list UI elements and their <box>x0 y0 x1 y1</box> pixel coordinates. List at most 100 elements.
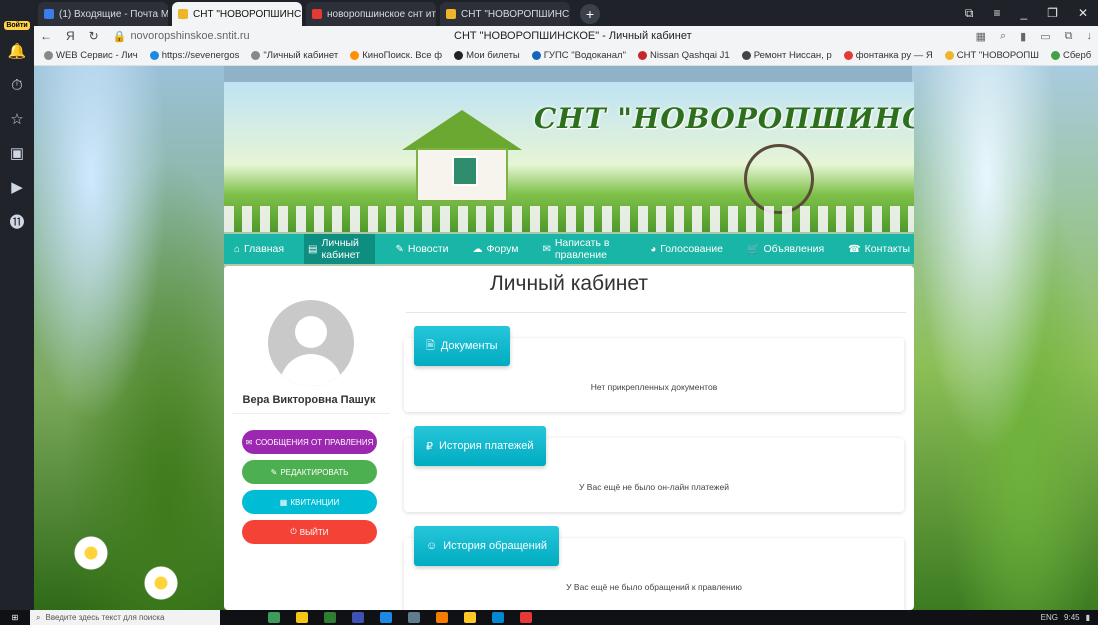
screenshot-icon[interactable]: ⧉ <box>1065 30 1073 43</box>
notifications-icon[interactable]: 🔔 <box>0 34 34 68</box>
bookmark-label: Мои билеты <box>466 50 520 61</box>
bookmark-item[interactable]: WEB Сервис - Лич <box>44 50 138 61</box>
back-icon[interactable]: ← <box>40 29 52 43</box>
documents-header[interactable]: 🗎 Документы <box>414 326 510 366</box>
bookmarks-bar: WEB Сервис - Лич https://sevenergos "Личны… <box>34 46 1098 66</box>
nav-item[interactable]: 🛒 Объявления <box>743 234 828 264</box>
button-label: КВИТАНЦИИ <box>290 497 340 507</box>
bookmark-icon[interactable]: ▮ <box>1020 30 1026 43</box>
nav-item[interactable]: ✉ Написать в правление <box>538 234 630 264</box>
bookmark-label: https://sevenergos <box>161 50 240 61</box>
apps-icon[interactable]: ⓫ <box>0 204 34 238</box>
bookmark-label: WEB Сервис - Лич <box>56 50 138 61</box>
documents-panel: 🗎 Документы Нет прикрепленных документов <box>404 326 904 412</box>
taskbar-app-icon[interactable] <box>324 612 336 623</box>
panel-message: У Вас ещё не было обращений к правлению <box>566 582 742 592</box>
tab-strip: (1) Входящие - Почта Ma СНТ "НОВОРОПШИНС… <box>34 0 1098 26</box>
bookmark-item[interactable]: ГУПС "Водоканал" <box>531 50 626 61</box>
messages-button[interactable]: ✉ СООБЩЕНИЯ ОТ ПРАВЛЕНИЯ <box>242 430 377 454</box>
url-field[interactable]: novoropshinskoe.sntit.ru <box>130 30 249 42</box>
lock-icon: 🔒 <box>112 30 127 43</box>
favorites-icon[interactable]: ☆ <box>0 102 34 136</box>
menu-icon[interactable]: ≡ <box>993 6 1000 20</box>
nav-label: Объявления <box>763 243 825 255</box>
bookmark-item[interactable]: Ремонт Ниссан, р <box>741 50 832 61</box>
search-icon[interactable]: ⌕ <box>1000 30 1006 43</box>
taskbar-app-icon[interactable] <box>464 612 476 623</box>
bookmark-icon <box>251 51 261 60</box>
bookmark-icon <box>1050 51 1060 60</box>
logout-button[interactable]: ⏻ ВЫЙТИ <box>242 520 377 544</box>
downloads-icon[interactable]: ↓ <box>1087 30 1093 43</box>
nav-item[interactable]: ✎ Новости <box>391 234 452 264</box>
edit-button[interactable]: ✎ РЕДАКТИРОВАТЬ <box>242 460 377 484</box>
bookmark-item[interactable]: КиноПоиск. Все ф <box>350 50 442 61</box>
taskbar: ⊞ ⌕ Введите здесь текст для поиска ENG 9… <box>0 610 1098 625</box>
bookmark-item[interactable]: "Личный кабинет <box>251 50 338 61</box>
browser-tab[interactable]: (1) Входящие - Почта Ma <box>38 2 168 26</box>
taskbar-app-icon[interactable] <box>408 612 420 623</box>
payments-header[interactable]: ₽ История платежей <box>414 426 546 466</box>
nav-item[interactable]: ◕ Голосование <box>646 234 727 264</box>
taskbar-app-icon[interactable] <box>268 612 280 623</box>
taskbar-app-icon[interactable] <box>436 612 448 623</box>
browser-tab[interactable]: новоропшинское снт ит <box>306 2 436 26</box>
taskbar-app-icon[interactable] <box>380 612 392 623</box>
bookmark-icon <box>350 51 360 60</box>
bookmark-icon <box>944 51 954 60</box>
power-icon: ⏻ <box>290 527 297 536</box>
bookmark-item[interactable]: Сберб <box>1050 50 1091 61</box>
nav-icon: ▤ <box>308 243 318 255</box>
nav-item[interactable]: ☎ Контакты <box>844 234 914 264</box>
close-icon[interactable]: ✕ <box>1078 6 1088 20</box>
history-icon[interactable]: ⏱ <box>0 68 34 102</box>
clock[interactable]: 9:45 <box>1064 613 1080 622</box>
nav-label: Новости <box>407 243 449 255</box>
avatar <box>268 300 354 386</box>
bookmark-item[interactable]: https://sevenergos <box>149 50 240 61</box>
taskbar-app-icon[interactable] <box>296 612 308 623</box>
receipts-button[interactable]: ▦ КВИТАНЦИИ <box>242 490 377 514</box>
language-indicator[interactable]: ENG <box>1041 613 1058 622</box>
start-icon[interactable]: ⊞ <box>0 613 30 622</box>
media-icon[interactable]: ▶ <box>0 170 34 204</box>
address-bar: ← Я ↻ 🔒 novoropshinskoe.sntit.ru СНТ "НО… <box>34 26 1098 46</box>
minimize-icon[interactable]: _ <box>1020 6 1027 20</box>
bookmark-label: СНТ "НОВОРОПШ <box>956 50 1039 61</box>
restore-icon[interactable]: ❐ <box>1047 6 1058 20</box>
reload-icon[interactable]: ↻ <box>89 29 99 43</box>
login-button[interactable]: Войти <box>0 0 34 34</box>
mail-icon <box>44 9 54 19</box>
taskbar-app-icon[interactable] <box>492 612 504 623</box>
bookmark-item[interactable]: Nissan Qashqai J1 <box>637 50 730 61</box>
translate-icon[interactable]: ▦ <box>976 30 986 43</box>
browser-tab-active[interactable]: СНТ "НОВОРОПШИНС <box>172 2 302 26</box>
bookmark-item[interactable]: Мои билеты <box>454 50 520 61</box>
bookmark-item[interactable]: СНТ "НОВОРОПШ <box>944 50 1039 61</box>
yandex-home-icon[interactable]: Я <box>66 29 75 43</box>
nav-item[interactable]: ☁ Форум <box>469 234 523 264</box>
notifications-icon[interactable]: ▮ <box>1086 613 1090 622</box>
new-tab-button[interactable]: + <box>580 4 600 24</box>
bookmark-icon <box>531 51 541 60</box>
web-page: СНТ "НОВОРОПШИНСКОЕ" ⌂Главная▤Личный каб… <box>34 66 1098 610</box>
bicycle-illustration <box>744 144 814 214</box>
collections-icon[interactable]: ▣ <box>0 136 34 170</box>
taskbar-app-icon[interactable] <box>520 612 532 623</box>
nav-icon: ✎ <box>395 243 404 255</box>
nav-item[interactable]: ⌂ Главная <box>230 234 288 264</box>
panel-title: История обращений <box>443 540 548 552</box>
bookmark-item[interactable]: фонтанка ру — Я <box>843 50 933 61</box>
nav-icon: ◕ <box>650 243 657 255</box>
reader-icon[interactable]: ▭ <box>1040 30 1050 43</box>
nav-item[interactable]: ▤ Личный кабинет <box>304 234 376 264</box>
tabs-overview-icon[interactable]: ⧉ <box>965 6 974 21</box>
nav-label: Главная <box>244 243 285 255</box>
taskbar-app-icon[interactable] <box>352 612 364 623</box>
taskbar-search[interactable]: ⌕ Введите здесь текст для поиска <box>30 610 220 625</box>
requests-header[interactable]: ☺ История обращений <box>414 526 560 566</box>
pencil-icon: ✎ <box>270 467 278 477</box>
chat-icon: ☺ <box>426 540 438 552</box>
system-tray: ENG 9:45 ▮ <box>1041 613 1098 622</box>
browser-tab[interactable]: СНТ "НОВОРОПШИНСКО <box>440 2 570 26</box>
